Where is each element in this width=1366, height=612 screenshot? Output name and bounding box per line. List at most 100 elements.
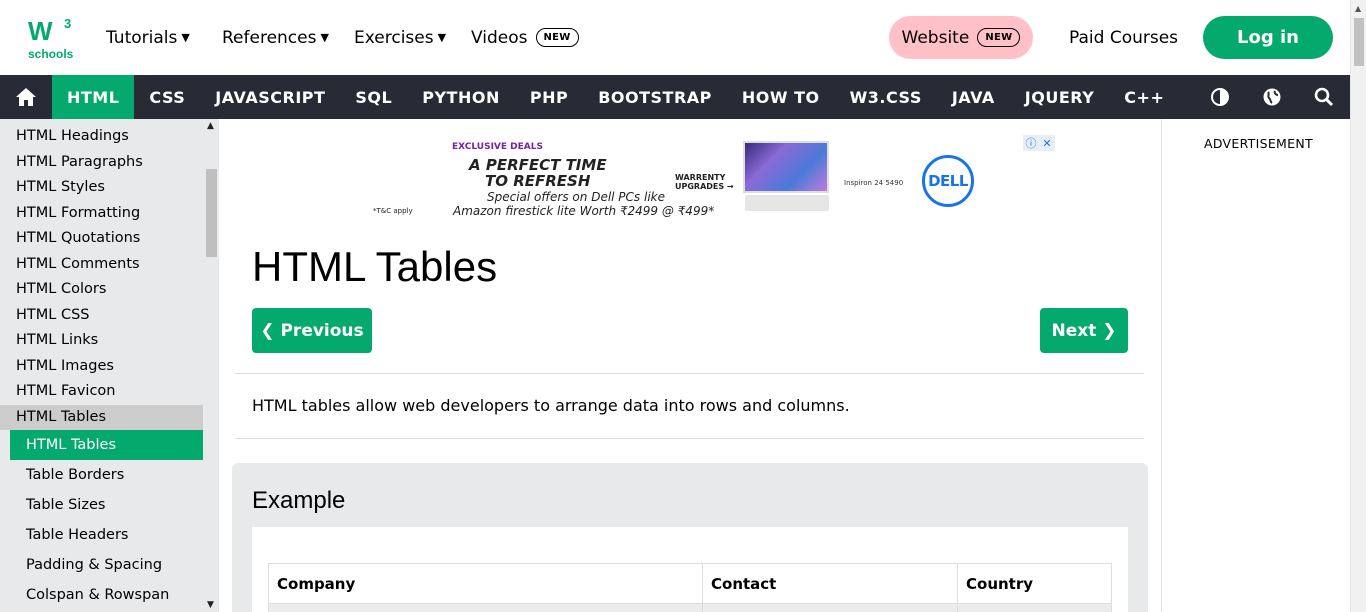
nav-php[interactable]: PHP bbox=[515, 75, 583, 119]
previous-button[interactable]: ❮ Previous bbox=[252, 308, 372, 353]
sidebar-item-comments[interactable]: HTML Comments bbox=[0, 252, 203, 278]
exercises-menu[interactable]: Exercises ▼ bbox=[354, 0, 446, 75]
intro-text: HTML tables allow web developers to arra… bbox=[252, 396, 850, 415]
sidebar: HTML Headings HTML Paragraphs HTML Style… bbox=[0, 119, 219, 612]
sidebar-item-headings[interactable]: HTML Headings bbox=[0, 124, 203, 150]
ad-tc-text: *T&C apply bbox=[373, 207, 413, 215]
scroll-up-icon[interactable]: ▲ bbox=[1355, 4, 1361, 13]
ad-headline-2: TO REFRESH bbox=[485, 172, 591, 190]
tutorials-menu[interactable]: Tutorials ▼ bbox=[106, 0, 190, 75]
example-title: Example bbox=[252, 487, 346, 514]
nav-icons bbox=[1194, 75, 1350, 119]
ad-offer-2: Amazon firestick lite Worth ₹2499 @ ₹499… bbox=[453, 204, 715, 218]
table-cell bbox=[702, 603, 958, 612]
login-button[interactable]: Log in bbox=[1203, 16, 1333, 59]
right-ad-column: ADVERTISEMENT bbox=[1161, 119, 1350, 612]
divider bbox=[235, 373, 1144, 374]
exercises-label: Exercises bbox=[354, 27, 434, 48]
ad-model-text: Inspiron 24 5490 bbox=[844, 179, 904, 187]
caret-down-icon: ▼ bbox=[437, 31, 447, 44]
sidebar-sub-table-sizes[interactable]: Table Sizes bbox=[10, 490, 203, 520]
language-button[interactable] bbox=[1246, 75, 1298, 119]
info-icon[interactable]: ⓘ bbox=[1023, 135, 1039, 151]
sidebar-item-formatting[interactable]: HTML Formatting bbox=[0, 201, 203, 227]
website-button[interactable]: Website NEW bbox=[889, 16, 1033, 59]
nav-cpp[interactable]: C++ bbox=[1109, 75, 1179, 119]
search-icon bbox=[1314, 87, 1334, 107]
dell-ad-banner[interactable]: EXCLUSIVE DEALS A PERFECT TIME TO REFRES… bbox=[369, 133, 1055, 223]
sidebar-item-links[interactable]: HTML Links bbox=[0, 328, 203, 354]
sidebar-item-css[interactable]: HTML CSS bbox=[0, 303, 203, 329]
home-button[interactable] bbox=[0, 75, 52, 119]
paid-courses-link[interactable]: Paid Courses bbox=[1069, 28, 1178, 48]
nav-javascript[interactable]: JAVASCRIPT bbox=[200, 75, 340, 119]
table-header: Company bbox=[268, 563, 703, 604]
example-section: Example Company Contact Country bbox=[232, 463, 1148, 612]
page-title: HTML Tables bbox=[252, 243, 498, 290]
sidebar-item-styles[interactable]: HTML Styles bbox=[0, 175, 203, 201]
nav-w3css[interactable]: W3.CSS bbox=[835, 75, 937, 119]
tutorials-label: Tutorials bbox=[106, 27, 178, 48]
example-table: Company Contact Country bbox=[268, 563, 1112, 612]
ad-stand-image bbox=[745, 195, 829, 211]
references-label: References bbox=[222, 27, 317, 48]
sidebar-item-tables[interactable]: HTML Tables bbox=[0, 404, 203, 430]
dell-logo: DELL bbox=[922, 155, 974, 207]
sidebar-item-favicon[interactable]: HTML Favicon bbox=[0, 379, 203, 405]
home-icon bbox=[16, 88, 36, 106]
new-badge: NEW bbox=[977, 28, 1021, 47]
scroll-down-icon[interactable]: ▼ bbox=[207, 600, 214, 610]
sidebar-item-quotations[interactable]: HTML Quotations bbox=[0, 226, 203, 252]
main-nav: HTML CSS JAVASCRIPT SQL PYTHON PHP BOOTS… bbox=[0, 75, 1350, 119]
svg-text:W: W bbox=[28, 16, 53, 46]
table-cell bbox=[957, 603, 1112, 612]
nav-css[interactable]: CSS bbox=[134, 75, 200, 119]
divider bbox=[235, 438, 1144, 439]
close-icon[interactable]: ✕ bbox=[1039, 135, 1055, 151]
top-bar: W 3 schools Tutorials ▼ References ▼ Exerc… bbox=[0, 0, 1350, 75]
logo-text: schools bbox=[28, 47, 74, 61]
globe-icon bbox=[1263, 88, 1281, 106]
ad-choices[interactable]: ⓘ ✕ bbox=[1023, 135, 1055, 151]
sidebar-sub-colspan-rowspan[interactable]: Colspan & Rowspan bbox=[10, 580, 203, 610]
next-button[interactable]: Next ❯ bbox=[1040, 308, 1128, 353]
svg-text:3: 3 bbox=[64, 16, 71, 31]
sidebar-item-images[interactable]: HTML Images bbox=[0, 354, 203, 380]
scroll-up-icon[interactable]: ▲ bbox=[207, 121, 214, 131]
nav-how-to[interactable]: HOW TO bbox=[727, 75, 835, 119]
sidebar-scrollbar[interactable]: ▲ ▼ bbox=[203, 119, 219, 612]
table-header: Contact bbox=[702, 563, 958, 604]
nav-jquery[interactable]: JQUERY bbox=[1010, 75, 1110, 119]
table-header: Country bbox=[957, 563, 1112, 604]
window-scrollbar[interactable]: ▲ bbox=[1350, 0, 1366, 612]
videos-link[interactable]: Videos NEW bbox=[471, 0, 579, 75]
advertisement-label: ADVERTISEMENT bbox=[1204, 136, 1313, 151]
sidebar-item-colors[interactable]: HTML Colors bbox=[0, 277, 203, 303]
nav-java[interactable]: JAVA bbox=[937, 75, 1010, 119]
ad-monitor-image bbox=[743, 141, 829, 193]
scrollbar-thumb[interactable] bbox=[1354, 18, 1364, 66]
ad-warranty-text: WARRENTY UPGRADES → bbox=[675, 173, 734, 191]
table-cell bbox=[268, 603, 703, 612]
sidebar-scroll-thumb[interactable] bbox=[206, 169, 217, 257]
nav-html[interactable]: HTML bbox=[52, 75, 135, 119]
nav-sql[interactable]: SQL bbox=[340, 75, 407, 119]
ad-offer-1: Special offers on Dell PCs like bbox=[487, 190, 665, 204]
sidebar-item-paragraphs[interactable]: HTML Paragraphs bbox=[0, 150, 203, 176]
contrast-button[interactable] bbox=[1194, 75, 1246, 119]
ad-deal-text: EXCLUSIVE DEALS bbox=[452, 142, 543, 152]
sidebar-sub-html-tables[interactable]: HTML Tables bbox=[10, 430, 203, 460]
main-content: EXCLUSIVE DEALS A PERFECT TIME TO REFRES… bbox=[219, 119, 1161, 612]
search-button[interactable] bbox=[1298, 75, 1350, 119]
sidebar-list: HTML Headings HTML Paragraphs HTML Style… bbox=[0, 119, 203, 610]
videos-label: Videos bbox=[471, 27, 528, 48]
example-box: Company Contact Country bbox=[252, 527, 1128, 612]
sidebar-sub-padding-spacing[interactable]: Padding & Spacing bbox=[10, 550, 203, 580]
references-menu[interactable]: References ▼ bbox=[222, 0, 329, 75]
table-row bbox=[268, 603, 1112, 612]
sidebar-sub-table-headers[interactable]: Table Headers bbox=[10, 520, 203, 550]
w3schools-logo[interactable]: W 3 schools bbox=[28, 14, 78, 62]
sidebar-sub-table-borders[interactable]: Table Borders bbox=[10, 460, 203, 490]
nav-bootstrap[interactable]: BOOTSTRAP bbox=[583, 75, 727, 119]
nav-python[interactable]: PYTHON bbox=[407, 75, 515, 119]
